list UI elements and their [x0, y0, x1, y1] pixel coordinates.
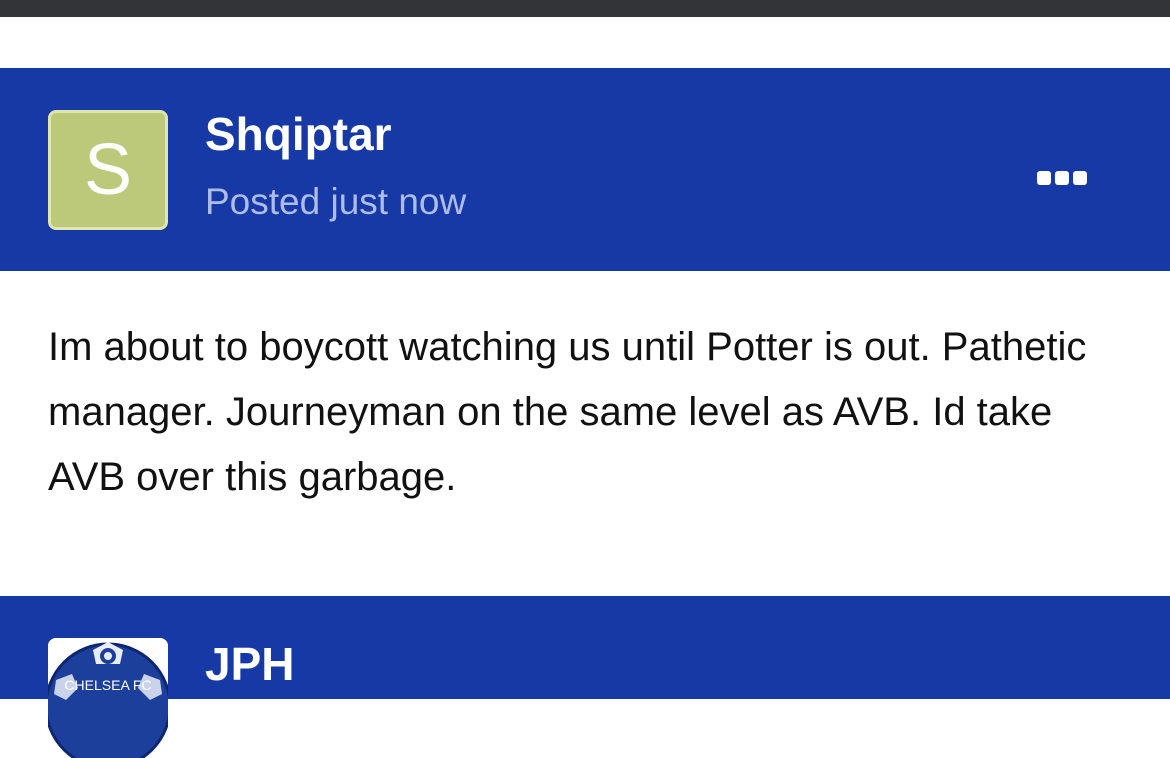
post-author-name[interactable]: Shqiptar — [205, 108, 392, 160]
post-header: CHELSEA FC JPH — [0, 596, 1170, 758]
dot — [1055, 171, 1069, 185]
avatar[interactable]: S — [48, 110, 168, 230]
more-options-icon[interactable] — [1030, 164, 1094, 192]
dot — [1037, 171, 1051, 185]
top-bar — [0, 0, 1170, 17]
post-body: Im about to boycott watching us until Po… — [0, 271, 1170, 596]
dot — [1073, 171, 1087, 185]
avatar-text: CHELSEA FC — [64, 677, 151, 693]
post-header: S Shqiptar Posted just now — [0, 68, 1170, 271]
post-author-name[interactable]: JPH — [205, 638, 294, 690]
avatar[interactable]: CHELSEA FC — [48, 638, 168, 758]
spacer — [0, 17, 1170, 68]
post-timestamp: Posted just now — [205, 181, 467, 222]
post-content: Im about to boycott watching us until Po… — [48, 325, 1087, 499]
chelsea-ball-avatar-icon: CHELSEA FC — [48, 638, 168, 758]
